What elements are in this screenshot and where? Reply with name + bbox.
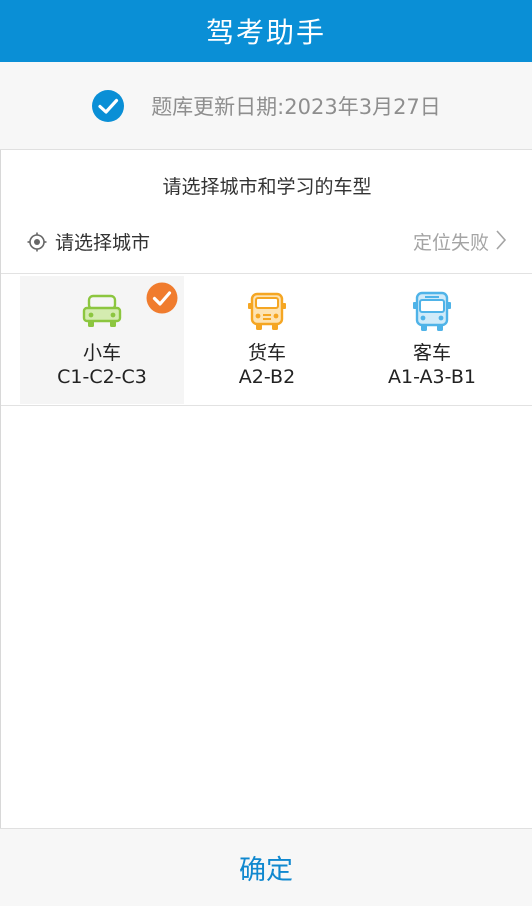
confirm-button[interactable]: 确定 — [239, 848, 293, 887]
selection-panel: 请选择城市和学习的车型 请选择城市 定位失败 小车 C1-C2-C3 货车 A2… — [0, 150, 532, 828]
bus-icon — [413, 291, 451, 331]
vehicle-type-code: C1-C2-C3 — [57, 366, 147, 388]
vehicle-type-name: 小车 — [82, 342, 121, 364]
title-bar: 驾考助手 — [0, 0, 532, 62]
car-icon — [82, 294, 122, 327]
vehicle-type-code: A2-B2 — [238, 366, 296, 388]
vehicle-type-name: 货车 — [247, 342, 286, 364]
city-selector[interactable]: 请选择城市 定位失败 — [1, 222, 532, 274]
update-date-text: 题库更新日期:2023年3月27日 — [151, 94, 441, 119]
city-select-label: 请选择城市 — [55, 232, 151, 254]
update-info-bar: 题库更新日期:2023年3月27日 — [0, 62, 532, 150]
vehicle-type-name: 客车 — [412, 342, 451, 364]
location-target-icon — [27, 232, 47, 252]
vehicle-type-car[interactable]: 小车 C1-C2-C3 — [20, 276, 184, 404]
footer-bar: 确定 — [0, 828, 532, 906]
selected-check-icon — [146, 282, 178, 314]
app-root: 驾考助手 题库更新日期:2023年3月27日 请选择城市和学习的车型 请选择城市… — [0, 0, 532, 906]
locate-status[interactable]: 定位失败 — [413, 228, 489, 255]
vehicle-type-bus[interactable]: 客车 A1-A3-B1 — [350, 276, 514, 404]
page-title: 驾考助手 — [205, 16, 326, 49]
check-circle-icon — [92, 89, 125, 122]
truck-icon — [248, 292, 286, 330]
vehicle-type-truck[interactable]: 货车 A2-B2 — [185, 276, 349, 404]
vehicle-type-code: A1-A3-B1 — [388, 366, 476, 388]
chevron-right-icon — [496, 230, 507, 250]
selection-prompt: 请选择城市和学习的车型 — [162, 176, 372, 198]
vehicle-type-list: 小车 C1-C2-C3 货车 A2-B2 客车 A1-A3-B1 — [1, 276, 532, 406]
